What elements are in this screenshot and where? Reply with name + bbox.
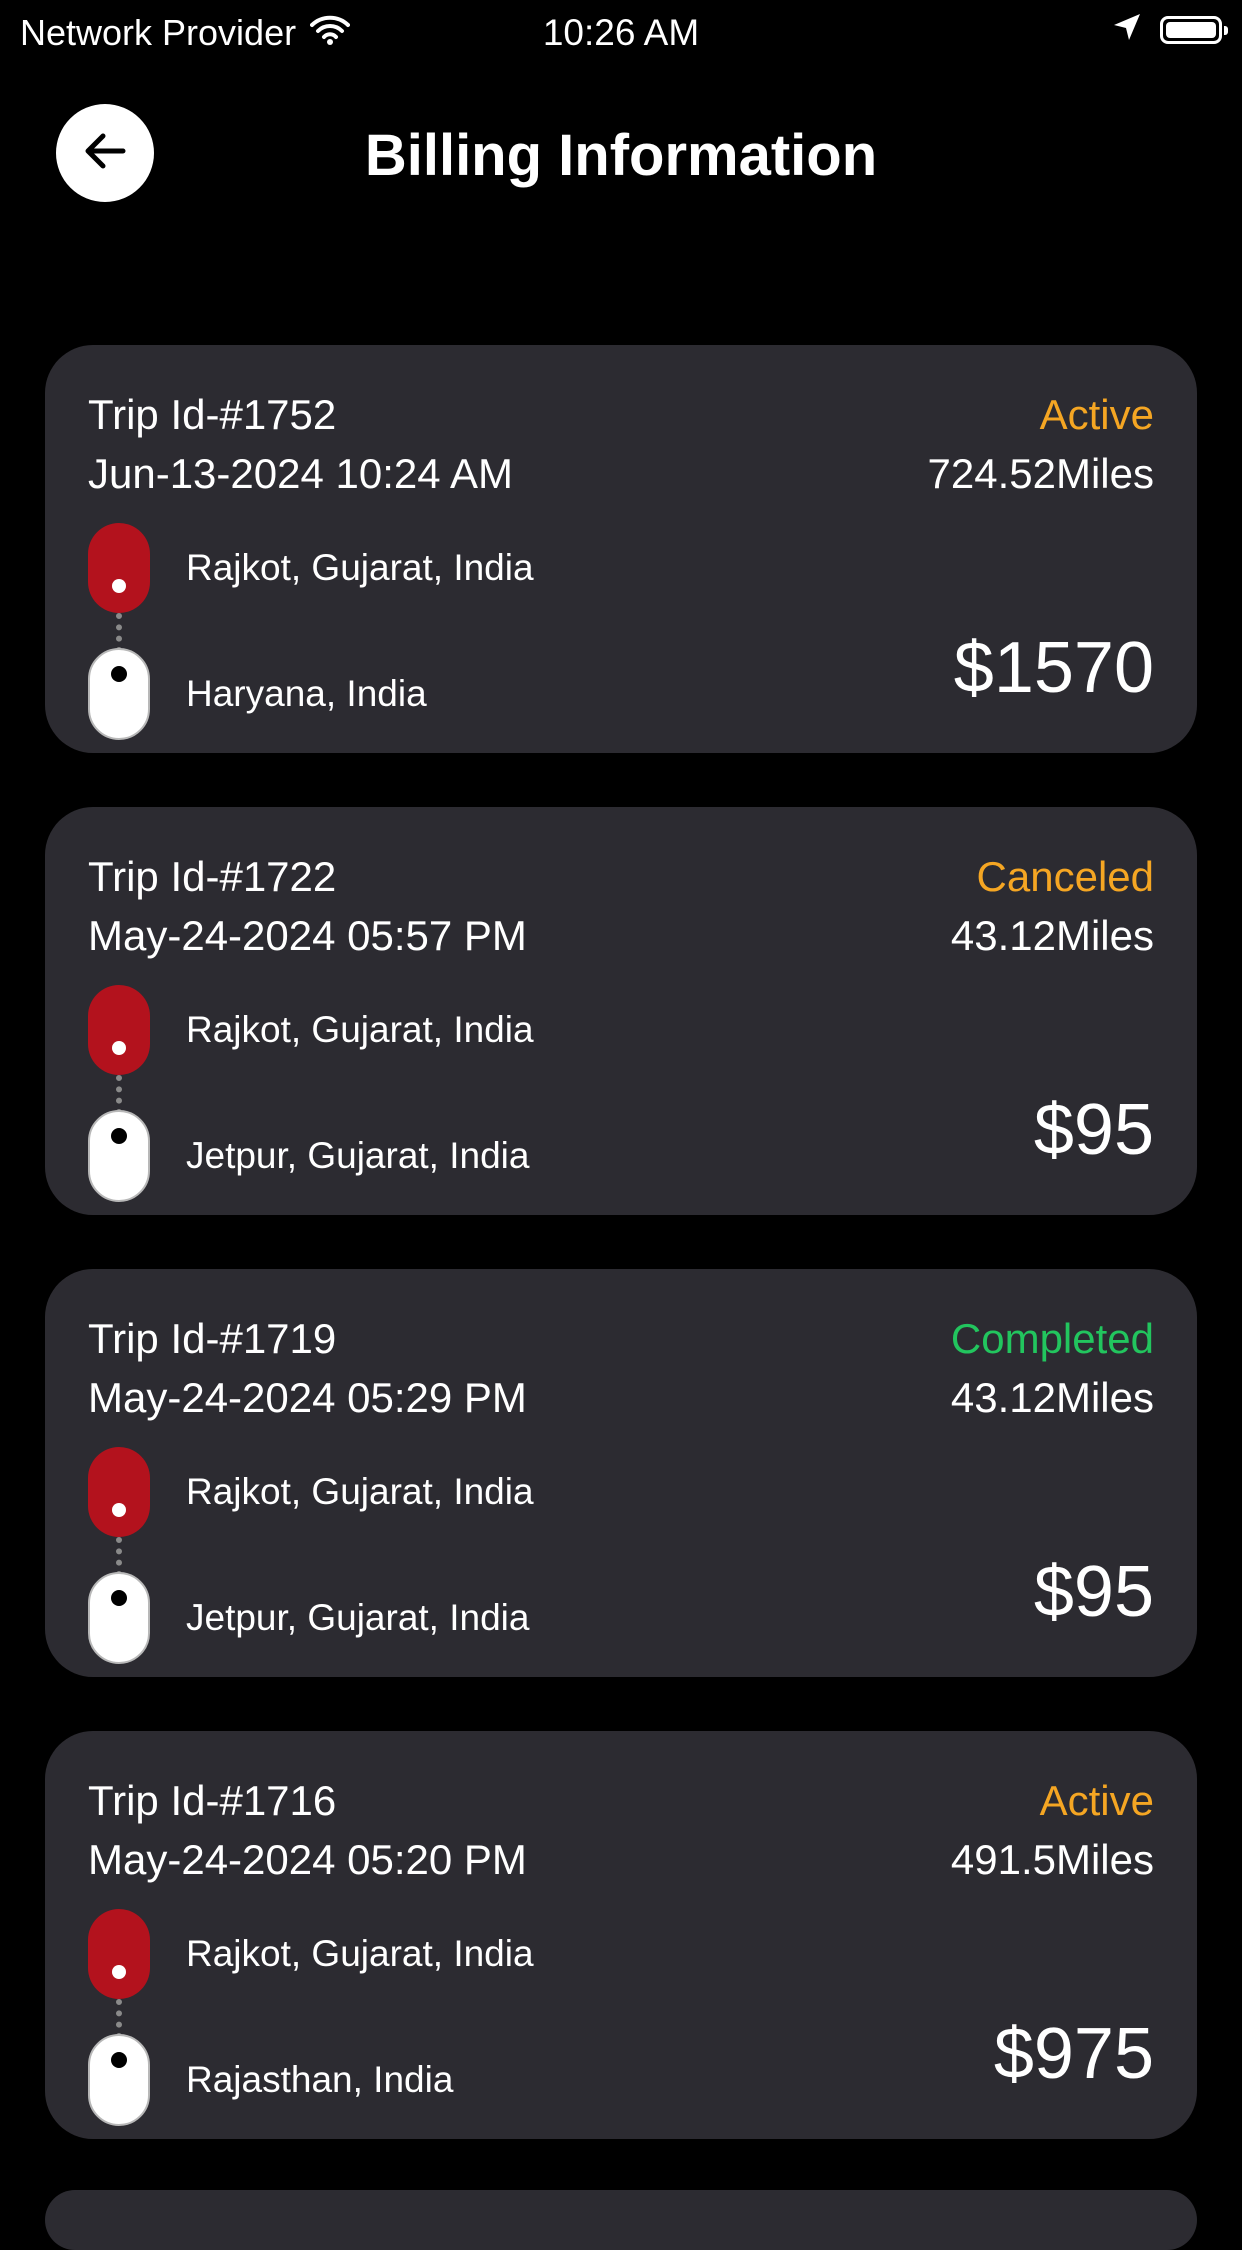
pickup-pin-icon (88, 985, 150, 1075)
route-connector (116, 1075, 122, 1115)
page-title: Billing Information (364, 123, 878, 188)
pickup-pin-icon (88, 1447, 150, 1537)
route-connector (116, 613, 122, 653)
trip-status: Active (1039, 1777, 1154, 1824)
trip-status: Canceled (976, 853, 1154, 900)
trip-price: $1570 (953, 628, 1154, 708)
status-icons (1112, 12, 1228, 47)
trip-price: $95 (1033, 1090, 1154, 1170)
pickup-location: Rajkot, Gujarat, India (186, 1933, 534, 1974)
trip-price: $975 (993, 2014, 1154, 2094)
dropoff-location: Rajasthan, India (186, 2059, 454, 2100)
dropoff-pin-icon (88, 2034, 150, 2126)
dropoff-location: Haryana, India (186, 673, 427, 714)
location-arrow-icon (1112, 12, 1142, 47)
status-bar: Network Provider 10:26 AM (0, 0, 1242, 62)
app-header: Billing Information (0, 100, 1242, 212)
trip-id: Trip Id-#1716 (88, 1777, 337, 1824)
pickup-location: Rajkot, Gujarat, India (186, 547, 534, 588)
dropoff-pin-icon (88, 1572, 150, 1664)
trip-miles: 724.52Miles (927, 450, 1154, 497)
trip-miles: 43.12Miles (950, 1374, 1154, 1421)
trip-status: Completed (950, 1315, 1154, 1362)
pickup-location: Rajkot, Gujarat, India (186, 1471, 534, 1512)
trip-card[interactable]: Trip Id-#1716 May-24-2024 05:20 PM Activ… (45, 1731, 1197, 2139)
trip-card[interactable]: Trip Id-#1719 May-24-2024 05:29 PM Compl… (45, 1269, 1197, 1677)
trip-datetime: May-24-2024 05:57 PM (88, 912, 527, 959)
trip-price: $95 (1033, 1552, 1154, 1632)
route-connector (116, 1999, 122, 2039)
dropoff-pin-icon (88, 1110, 150, 1202)
dropoff-location: Jetpur, Gujarat, India (186, 1135, 530, 1176)
battery-icon (1160, 15, 1228, 44)
trip-id: Trip Id-#1719 (88, 1315, 337, 1362)
dropoff-location: Jetpur, Gujarat, India (186, 1597, 530, 1638)
dropoff-pin-icon (88, 648, 150, 740)
trip-card[interactable]: Trip Id-#1722 May-24-2024 05:57 PM Cance… (45, 807, 1197, 1215)
route-connector (116, 1537, 122, 1577)
trip-datetime: May-24-2024 05:20 PM (88, 1836, 527, 1883)
trip-id: Trip Id-#1722 (88, 853, 337, 900)
pickup-pin-icon (88, 523, 150, 613)
trip-datetime: Jun-13-2024 10:24 AM (88, 450, 513, 497)
trip-card-partial[interactable] (45, 2190, 1197, 2250)
trip-miles: 43.12Miles (950, 912, 1154, 959)
trip-datetime: May-24-2024 05:29 PM (88, 1374, 527, 1421)
trip-id: Trip Id-#1752 (88, 391, 337, 438)
pickup-location: Rajkot, Gujarat, India (186, 1009, 534, 1050)
trip-card[interactable]: Trip Id-#1752 Jun-13-2024 10:24 AM Activ… (45, 345, 1197, 753)
pickup-pin-icon (88, 1909, 150, 1999)
trip-status: Active (1039, 391, 1154, 438)
trip-miles: 491.5Miles (950, 1836, 1154, 1883)
status-time: 10:26 AM (542, 12, 700, 53)
